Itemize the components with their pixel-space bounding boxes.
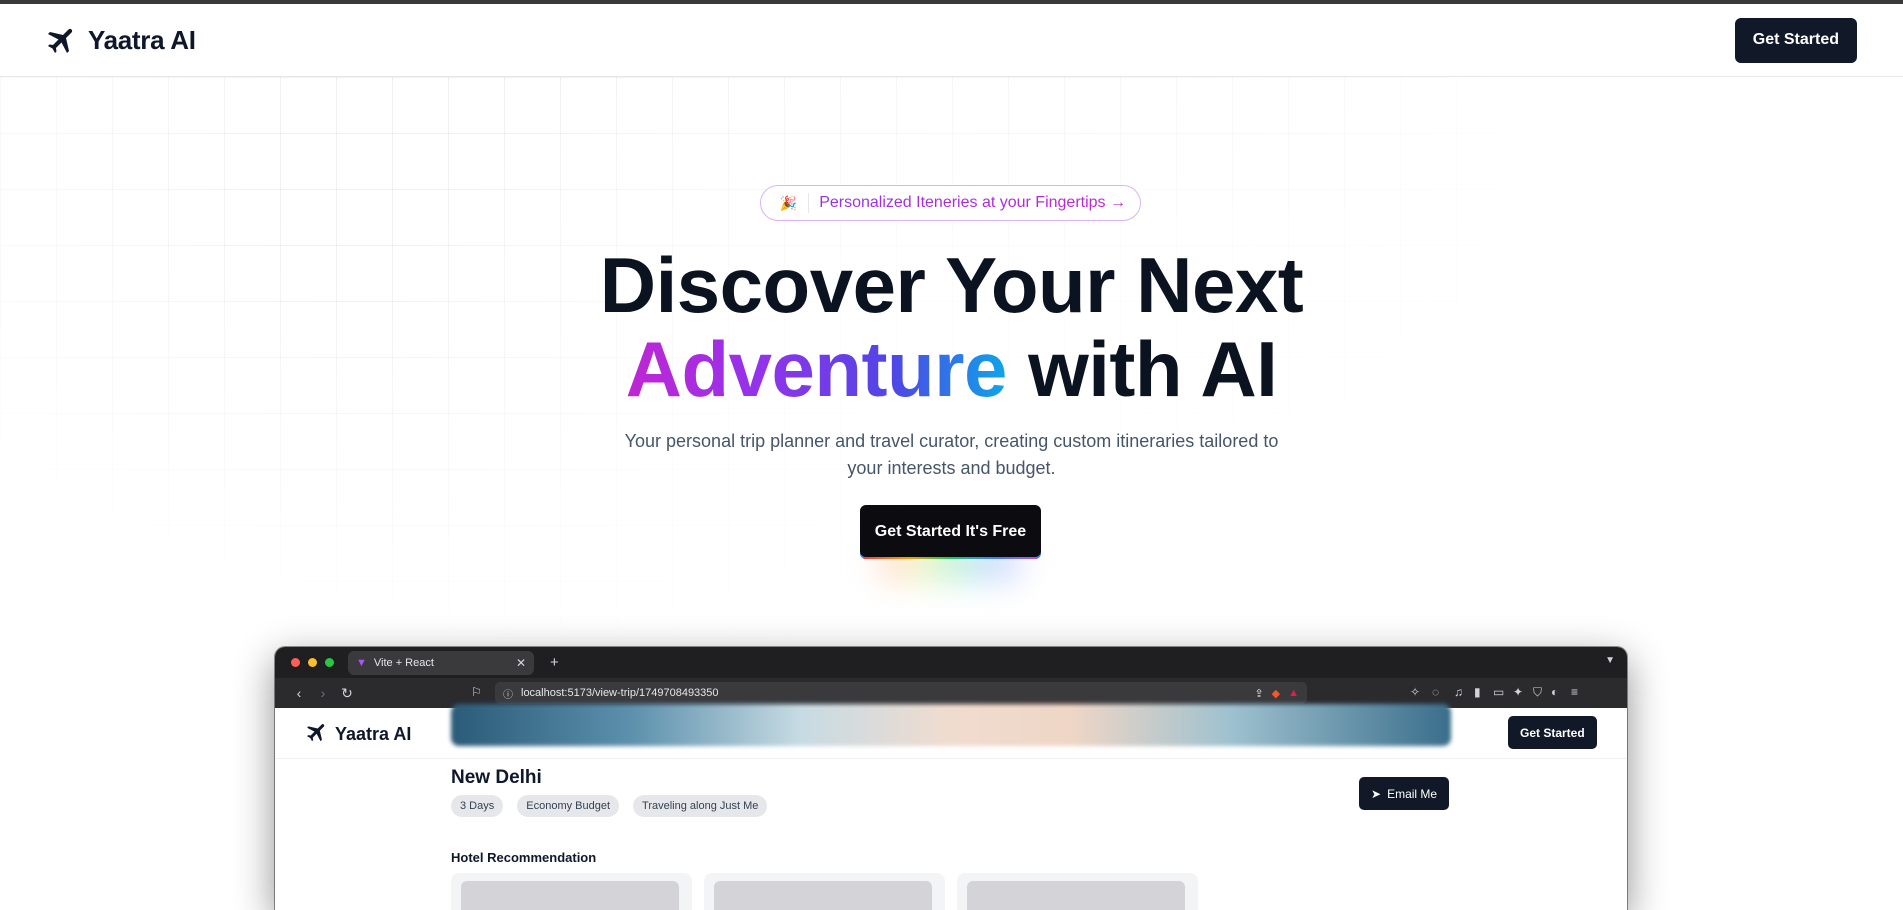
send-icon: ➤ [1371, 786, 1382, 801]
forward-icon[interactable]: › [311, 685, 335, 701]
hero-subtitle: Your personal trip planner and travel cu… [624, 431, 1279, 478]
email-me-button[interactable]: ➤ Email Me [1359, 777, 1450, 810]
menu-icon[interactable]: ≡ [1571, 685, 1578, 699]
maximize-dot[interactable] [325, 658, 334, 667]
hero-title-highlight: Adventure [625, 325, 1008, 413]
chip-budget: Economy Budget [517, 795, 620, 817]
share-icon[interactable]: ⇪ [1254, 687, 1263, 700]
rewards-icon[interactable]: ▲ [1288, 687, 1299, 699]
close-dot[interactable] [291, 658, 300, 667]
hotel-image-placeholder [461, 881, 679, 910]
hotel-image-placeholder [967, 881, 1185, 910]
music-icon[interactable]: ♫ [1454, 685, 1463, 699]
hero-cta-wrap: Get Started It's Free [860, 505, 1041, 581]
info-icon[interactable]: ⓘ [503, 686, 513, 701]
chevron-down-icon[interactable]: ▼ [1605, 655, 1615, 666]
trip-chips: 3 Days Economy Budget Traveling along Ju… [451, 795, 768, 817]
leo-icon[interactable]: ◌ [1432, 685, 1439, 699]
airplane-icon [44, 22, 80, 58]
brave-shield-icon[interactable]: ◆ [1272, 687, 1280, 700]
get-started-button[interactable]: Get Started [1734, 17, 1857, 63]
back-icon[interactable]: ‹ [287, 685, 311, 701]
destination-title: New Delhi [451, 767, 542, 788]
inner-header: Yaatra AI Get Started [275, 704, 1627, 759]
hero-title-line1: Discover Your Next [599, 241, 1304, 329]
wallet-icon[interactable]: ▭ [1493, 685, 1504, 699]
hero-title: Discover Your Next Adventure with AI [0, 243, 1903, 411]
address-text: localhost:5173/view-trip/1749708493350 [521, 687, 719, 699]
new-tab-icon[interactable]: + [550, 654, 559, 671]
inner-logo-text: Yaatra AI [335, 724, 412, 744]
party-icon: 🎉 [779, 194, 798, 211]
bookmark-icon[interactable]: ⚐ [471, 685, 482, 699]
airplane-icon [305, 720, 329, 749]
hotel-card[interactable] [704, 873, 945, 910]
inner-logo[interactable]: Yaatra AI [305, 720, 411, 749]
hotel-card[interactable] [957, 873, 1198, 910]
logo[interactable]: Yaatra AI [44, 22, 196, 58]
badge-text: Personalized Iteneries at your Fingertip… [819, 194, 1126, 211]
chip-travelers: Traveling along Just Me [633, 795, 768, 817]
extensions-icon[interactable]: ✧ [1410, 685, 1420, 699]
browser-tab-bar: ▼ Vite + React ✕ + ▼ [275, 647, 1627, 678]
vpn-icon[interactable]: ⛉ [1533, 685, 1542, 700]
hero-title-rest: with AI [1006, 325, 1278, 413]
chip-days: 3 Days [451, 795, 504, 817]
profile-icon[interactable]: ◐ [1551, 685, 1558, 699]
browser-tab[interactable]: ▼ Vite + React ✕ [348, 650, 534, 675]
badge-divider [808, 193, 810, 213]
destination-image [451, 704, 1451, 746]
hotel-card[interactable] [451, 873, 692, 910]
window-controls [291, 658, 334, 667]
hotel-cards [451, 873, 1198, 910]
tab-title: Vite + React [373, 656, 434, 669]
hotel-section-title: Hotel Recommendation [451, 850, 597, 865]
inner-get-started-button[interactable]: Get Started [1508, 716, 1597, 749]
reload-icon[interactable]: ↻ [335, 685, 359, 702]
hotel-image-placeholder [714, 881, 932, 910]
vite-icon: ▼ [356, 656, 367, 669]
announcement-badge[interactable]: 🎉 Personalized Iteneries at your Fingert… [760, 185, 1141, 221]
close-icon[interactable]: ✕ [516, 656, 526, 670]
sidebar-icon[interactable]: ▮ [1474, 685, 1481, 699]
email-label: Email Me [1387, 786, 1438, 801]
browser-mockup: ▼ Vite + React ✕ + ▼ ‹ › ↻ ⚐ ⓘ localhost… [275, 647, 1627, 910]
ai-icon[interactable]: ✦ [1513, 685, 1523, 699]
minimize-dot[interactable] [308, 658, 317, 667]
mockup-page: Yaatra AI Get Started New Delhi 3 Days E… [275, 704, 1627, 910]
hero-cta-button[interactable]: Get Started It's Free [860, 505, 1041, 559]
logo-text: Yaatra AI [88, 24, 196, 55]
address-bar[interactable]: ⓘ localhost:5173/view-trip/1749708493350… [495, 682, 1307, 704]
site-header: Yaatra AI Get Started [0, 4, 1903, 77]
